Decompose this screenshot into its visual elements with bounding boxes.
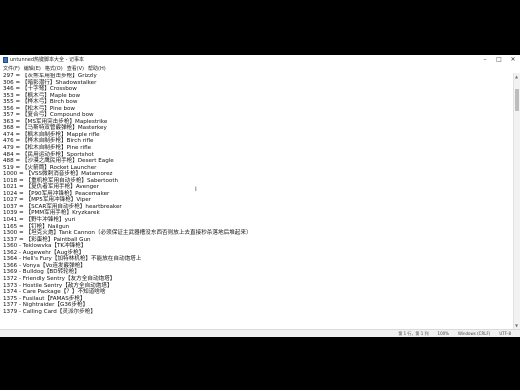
mouse-cursor-icon: I	[195, 186, 197, 193]
status-bar: 第 1 行，第 1 列 100% Windows (CRLF) UTF-8	[0, 329, 520, 337]
title-bar[interactable]: untunned热键脚本大全 - 记事本 – □ ✕	[0, 55, 520, 64]
cursor-position: 第 1 行，第 1 列	[398, 330, 429, 336]
notepad-icon	[3, 56, 8, 63]
vertical-scrollbar[interactable]: ▲ ▼	[513, 73, 520, 329]
menu-edit[interactable]: 编辑(E)	[24, 65, 41, 72]
text-line: 1379 - Calling Card【灵派尔步枪】	[3, 308, 96, 315]
menu-view[interactable]: 查看(V)	[67, 65, 84, 72]
text-editor[interactable]: 297 = 【灰熊军用狙击步枪】Grizzly 306 = 【暗影潜行】Shad…	[0, 73, 513, 329]
close-button[interactable]: ✕	[506, 55, 520, 64]
maximize-button[interactable]: □	[492, 55, 506, 64]
notepad-window: untunned热键脚本大全 - 记事本 – □ ✕ 文件(F) 编辑(E) 格…	[0, 55, 520, 337]
scroll-down-arrow-icon[interactable]: ▼	[515, 323, 518, 328]
minimize-icon: –	[483, 56, 487, 63]
window-title: untunned热键脚本大全 - 记事本	[10, 57, 85, 63]
close-icon: ✕	[510, 56, 516, 63]
encoding: UTF-8	[499, 331, 511, 336]
maximize-icon: □	[496, 56, 502, 63]
menu-bar: 文件(F) 编辑(E) 格式(O) 查看(V) 帮助(H)	[0, 64, 520, 73]
menu-file[interactable]: 文件(F)	[3, 65, 20, 72]
minimize-button[interactable]: –	[478, 55, 492, 64]
zoom-level: 100%	[437, 331, 449, 336]
line-ending: Windows (CRLF)	[457, 331, 491, 336]
menu-format[interactable]: 格式(O)	[45, 65, 63, 72]
scrollbar-thumb[interactable]	[515, 89, 519, 111]
menu-help[interactable]: 帮助(H)	[88, 65, 106, 72]
scroll-up-arrow-icon[interactable]: ▲	[515, 74, 518, 79]
